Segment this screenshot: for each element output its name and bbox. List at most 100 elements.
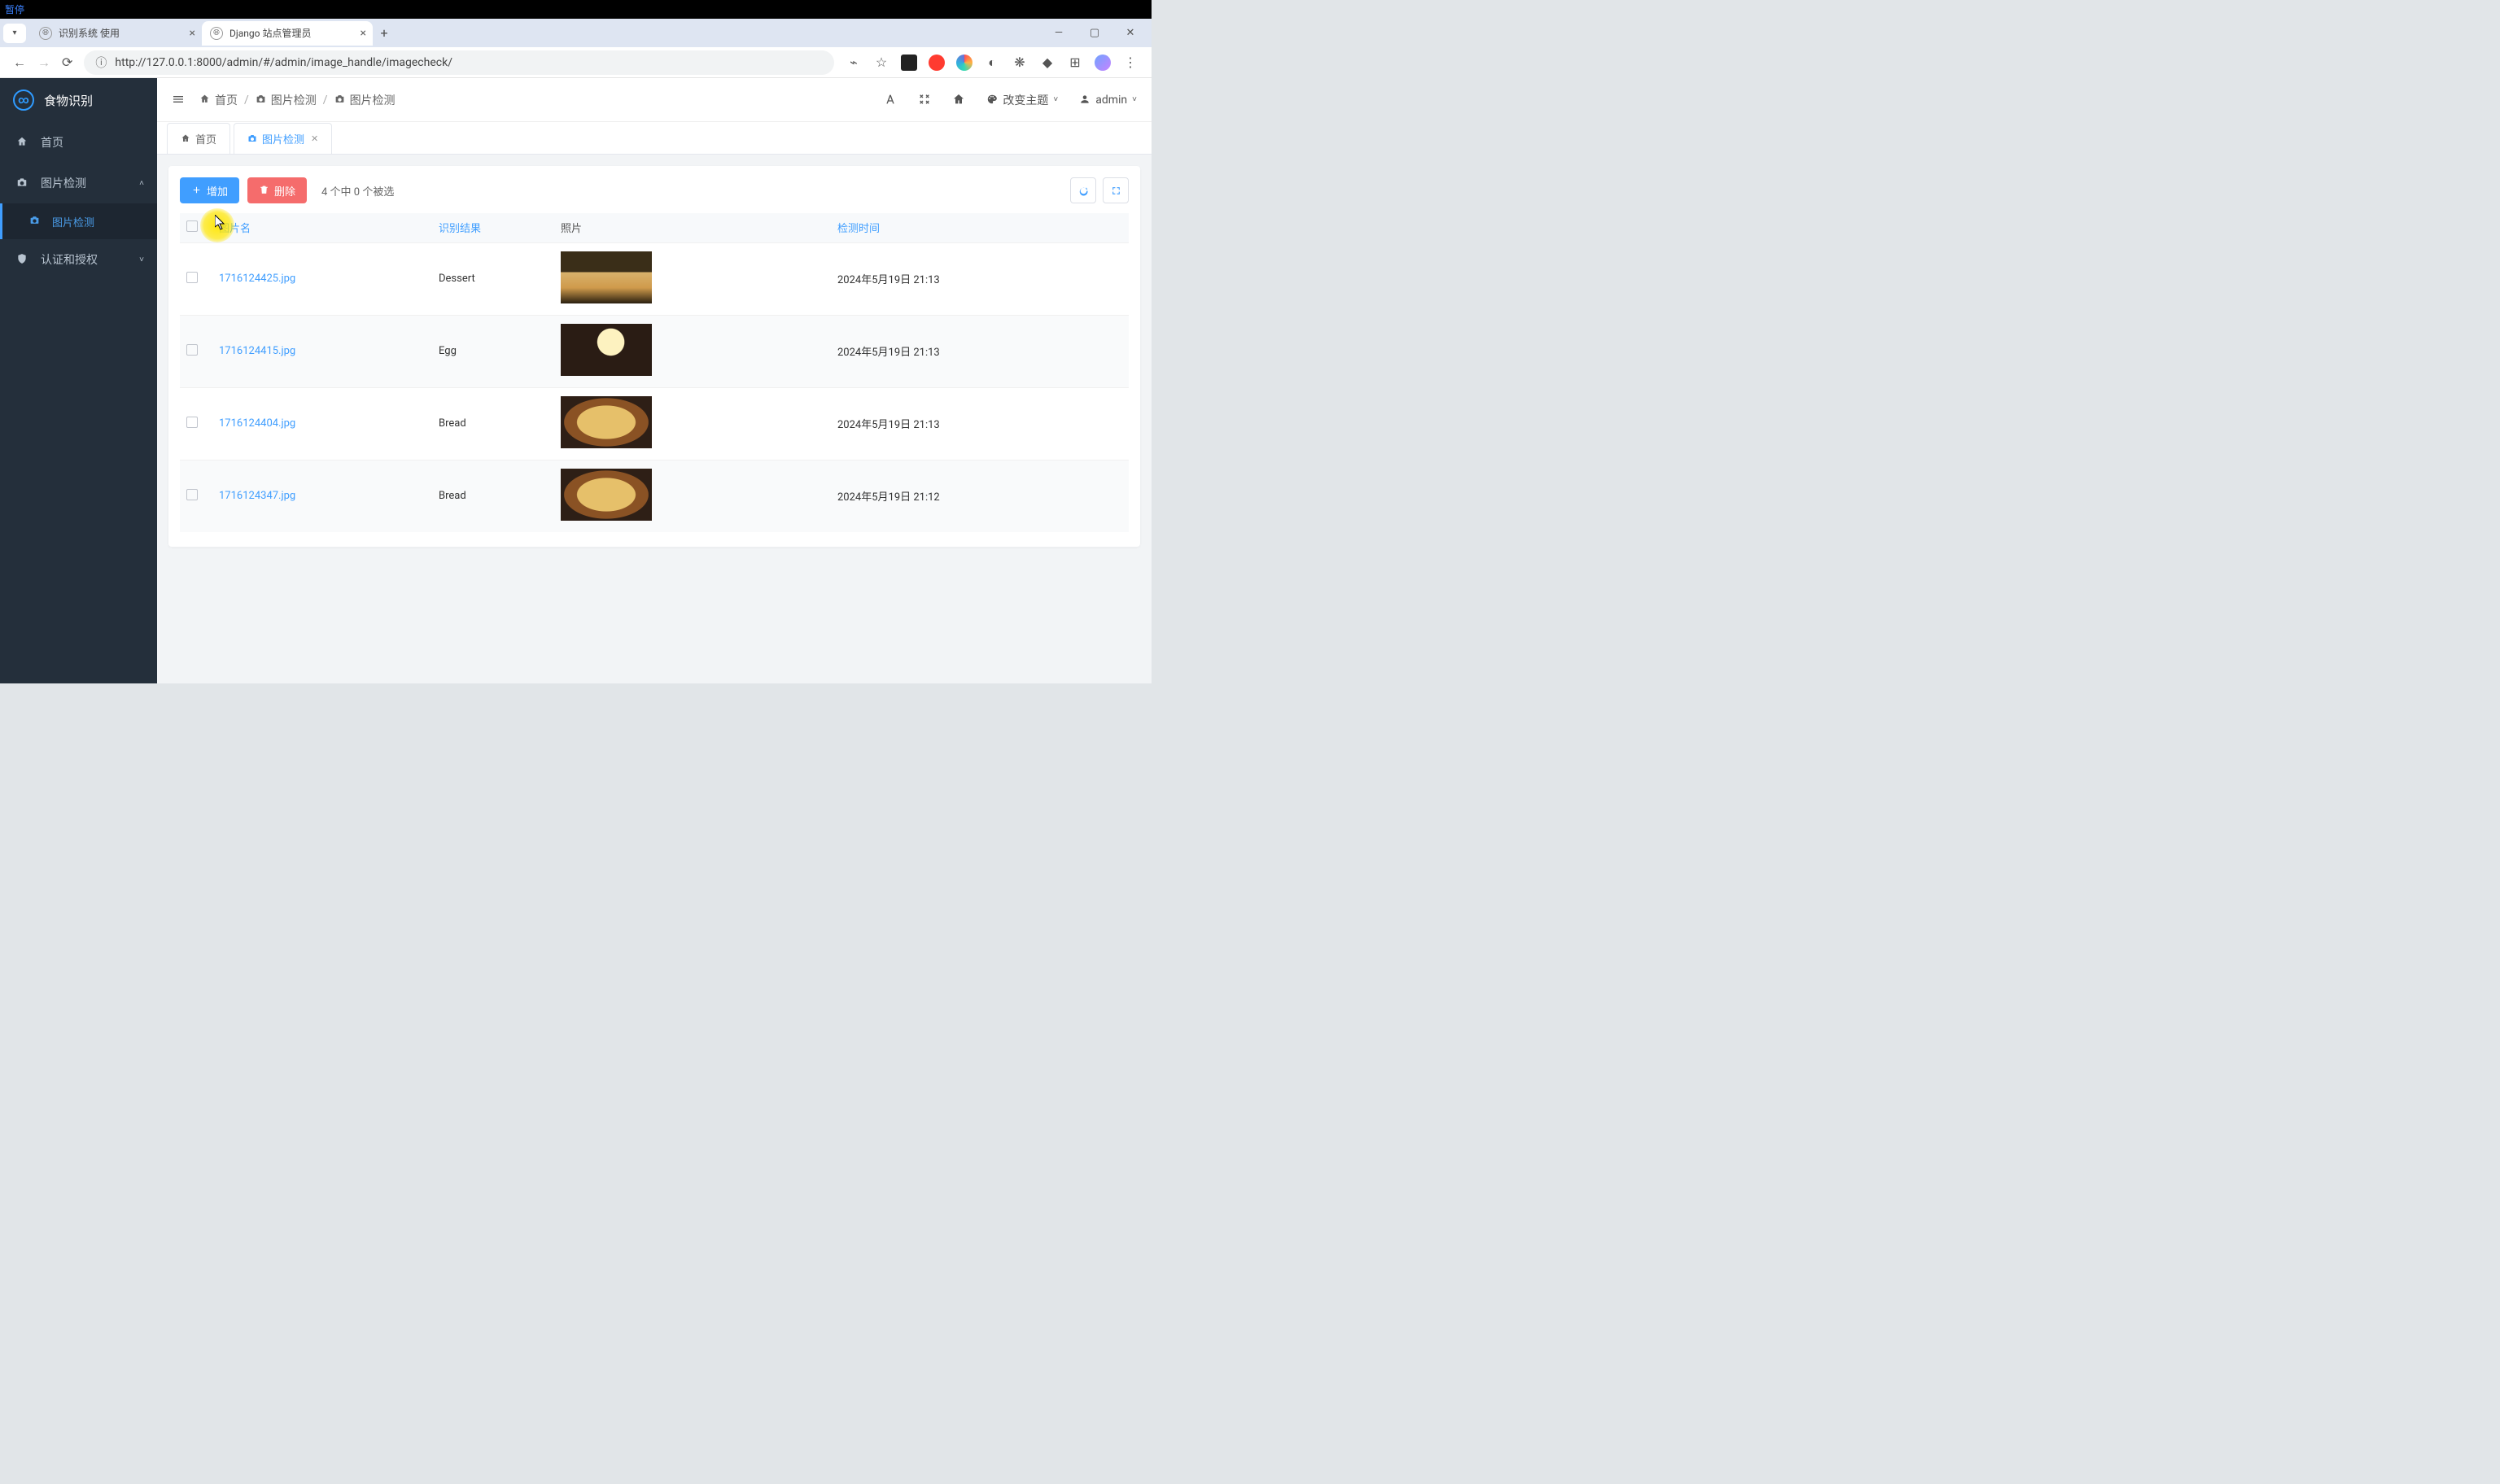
- row-checkbox[interactable]: [186, 272, 198, 283]
- close-icon[interactable]: ×: [361, 27, 366, 40]
- sidebar-subitem-image-detect[interactable]: 图片检测: [0, 203, 157, 239]
- minimize-button[interactable]: ―: [1041, 21, 1077, 46]
- tab-title: Django 站点管理员: [229, 26, 311, 40]
- browser-tab-active[interactable]: 🌐︎ Django 站点管理员 ×: [202, 21, 373, 46]
- column-header-time[interactable]: 检测时间: [831, 213, 1129, 242]
- page-tab-image-detect[interactable]: 图片检测 ✕: [234, 123, 332, 154]
- extension-icon[interactable]: [929, 55, 945, 71]
- theme-label: 改变主题: [1003, 92, 1048, 108]
- forward-button[interactable]: →: [37, 55, 50, 71]
- button-label: 删除: [274, 183, 295, 199]
- menu-toggle-button[interactable]: [172, 92, 185, 107]
- back-button[interactable]: ←: [13, 55, 26, 71]
- url-text: http://127.0.0.1:8000/admin/#/admin/imag…: [115, 56, 452, 69]
- page-tabs: 首页 图片检测 ✕: [157, 122, 1152, 155]
- thumbnail-image[interactable]: [561, 396, 652, 448]
- sidebar-item-home[interactable]: 首页: [0, 122, 157, 163]
- table-row: 1716124347.jpg Bread 2024年5月19日 21:12: [180, 460, 1129, 532]
- chevron-down-icon: ˅: [1132, 95, 1137, 104]
- breadcrumb-home[interactable]: 首页: [199, 92, 238, 108]
- refresh-button[interactable]: [1070, 177, 1096, 203]
- time-cell: 2024年5月19日 21:13: [837, 347, 940, 359]
- site-info-icon[interactable]: ⓘ: [95, 55, 107, 71]
- thumbnail-image[interactable]: [561, 469, 652, 521]
- chevron-down-icon: ˅: [1053, 95, 1058, 104]
- extension-icon[interactable]: ◐: [984, 55, 1000, 71]
- camera-icon: [15, 177, 29, 190]
- shield-icon: [15, 253, 29, 266]
- table-row: 1716124404.jpg Bread 2024年5月19日 21:13: [180, 387, 1129, 460]
- row-checkbox[interactable]: [186, 489, 198, 500]
- sidebar-item-label: 图片检测: [41, 175, 86, 191]
- sidebar-item-image-detect[interactable]: 图片检测 ˄: [0, 163, 157, 203]
- new-tab-button[interactable]: +: [373, 22, 396, 45]
- tabs-dropdown-button[interactable]: ▾: [3, 24, 26, 43]
- tab-title: 识别系统 使用: [59, 26, 120, 40]
- row-checkbox[interactable]: [186, 344, 198, 356]
- breadcrumb-label: 图片检测: [350, 92, 396, 108]
- close-window-button[interactable]: ✕: [1112, 21, 1148, 46]
- theme-dropdown[interactable]: 改变主题 ˅: [986, 92, 1058, 108]
- camera-icon: [334, 94, 345, 106]
- breadcrumb-separator: /: [323, 94, 328, 107]
- column-header-result[interactable]: 识别结果: [432, 213, 554, 242]
- brand[interactable]: ∞ 食物识别: [0, 78, 157, 122]
- trash-icon: [259, 185, 269, 197]
- user-icon: [1079, 94, 1090, 107]
- header-bar: 首页 / 图片检测 / 图片检测 改变主题 ˅: [157, 78, 1152, 122]
- sidebar: ∞ 食物识别 首页 图片检测 ˄ 图片检测 认证和授权 ˅: [0, 78, 157, 683]
- row-checkbox[interactable]: [186, 417, 198, 428]
- select-all-checkbox[interactable]: [186, 220, 198, 232]
- browser-toolbar-icons: ⌁ ☆ ◐ ❋ ◆ ⊞ ⋮: [839, 55, 1145, 71]
- expand-button[interactable]: [1103, 177, 1129, 203]
- window-titlebar: 暂停: [0, 0, 1152, 19]
- header-right: 改变主题 ˅ admin ˅: [884, 92, 1137, 108]
- browser-tab-background[interactable]: 🌐︎ 识别系统 使用 ×: [31, 21, 202, 46]
- column-header-checkbox: [180, 213, 212, 242]
- add-button[interactable]: 增加: [180, 177, 239, 203]
- content-area: 增加 删除 4 个中 0 个被选: [157, 155, 1152, 683]
- nav-buttons: ← → ⟳: [7, 55, 79, 71]
- browser-menu-icon[interactable]: ⋮: [1122, 55, 1139, 71]
- image-name-link[interactable]: 1716124404.jpg: [219, 417, 295, 430]
- sidebar-item-label: 认证和授权: [41, 251, 98, 268]
- password-icon[interactable]: ⌁: [846, 55, 862, 71]
- close-icon[interactable]: ✕: [311, 133, 318, 144]
- column-header-name[interactable]: 图片名: [212, 213, 432, 242]
- bookmark-icon[interactable]: ☆: [873, 55, 889, 71]
- home-button[interactable]: [952, 92, 965, 107]
- selection-count: 4 个中 0 个被选: [321, 183, 394, 199]
- close-icon[interactable]: ×: [190, 27, 195, 40]
- button-label: 增加: [207, 183, 228, 199]
- delete-button[interactable]: 删除: [247, 177, 307, 203]
- image-name-link[interactable]: 1716124425.jpg: [219, 273, 295, 285]
- page-tab-home[interactable]: 首页: [167, 123, 230, 154]
- thumbnail-image[interactable]: [561, 324, 652, 376]
- extensions-menu-icon[interactable]: ⊞: [1067, 55, 1083, 71]
- font-size-button[interactable]: [884, 92, 897, 107]
- palette-icon: [986, 94, 998, 107]
- extension-icon[interactable]: [956, 55, 972, 71]
- breadcrumb-separator: /: [244, 94, 249, 107]
- user-dropdown[interactable]: admin ˅: [1079, 94, 1137, 107]
- time-cell: 2024年5月19日 21:13: [837, 274, 940, 286]
- address-bar: ← → ⟳ ⓘ http://127.0.0.1:8000/admin/#/ad…: [0, 47, 1152, 78]
- extension-icon[interactable]: ❋: [1012, 55, 1028, 71]
- time-cell: 2024年5月19日 21:13: [837, 419, 940, 431]
- plus-icon: [191, 185, 202, 197]
- reload-button[interactable]: ⟳: [62, 55, 72, 70]
- image-name-link[interactable]: 1716124347.jpg: [219, 490, 295, 502]
- extension-icon[interactable]: [901, 55, 917, 71]
- thumbnail-image[interactable]: [561, 251, 652, 303]
- maximize-button[interactable]: ▢: [1077, 21, 1112, 46]
- time-cell: 2024年5月19日 21:12: [837, 491, 940, 504]
- result-cell: Bread: [439, 417, 466, 430]
- breadcrumb-group[interactable]: 图片检测: [256, 92, 317, 108]
- fullscreen-button[interactable]: [918, 92, 931, 107]
- extension-icon[interactable]: ◆: [1039, 55, 1056, 71]
- profile-avatar[interactable]: [1095, 55, 1111, 71]
- sidebar-item-auth[interactable]: 认证和授权 ˅: [0, 239, 157, 280]
- url-field[interactable]: ⓘ http://127.0.0.1:8000/admin/#/admin/im…: [84, 50, 834, 75]
- sidebar-item-label: 图片检测: [52, 214, 94, 229]
- image-name-link[interactable]: 1716124415.jpg: [219, 345, 295, 357]
